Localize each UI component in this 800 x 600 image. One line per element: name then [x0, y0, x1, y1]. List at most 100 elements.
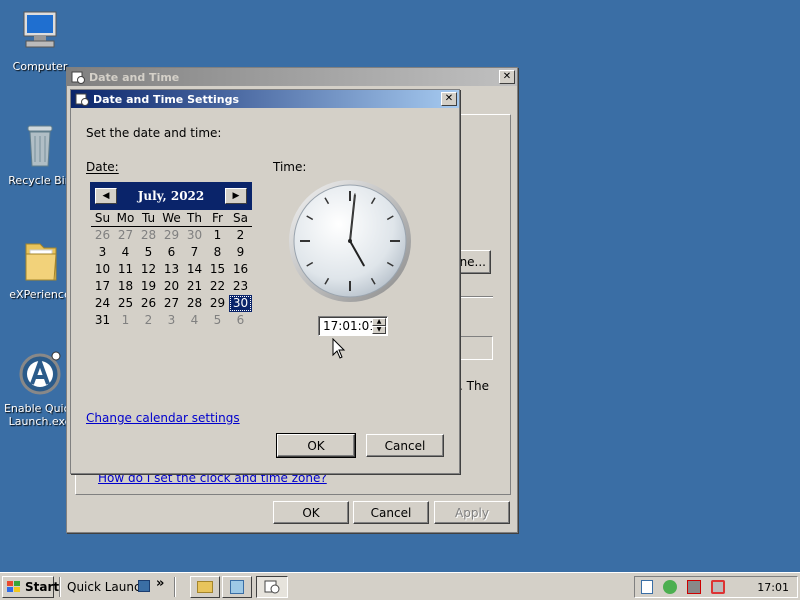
- cancel-button[interactable]: Cancel: [353, 501, 429, 524]
- calendar-day-selected[interactable]: 30: [229, 295, 252, 312]
- calendar-day[interactable]: 16: [229, 261, 252, 278]
- mouse-cursor: [332, 337, 346, 360]
- taskbar: Start Quick Launch » 17:01: [0, 572, 800, 600]
- date-and-time-titlebar[interactable]: Date and Time ✕: [67, 68, 517, 86]
- computer-icon: [18, 8, 62, 56]
- calendar-day[interactable]: 1: [206, 227, 229, 244]
- calendar-day[interactable]: 25: [114, 295, 137, 312]
- change-calendar-settings-link[interactable]: Change calendar settings: [86, 411, 240, 425]
- calendar-day[interactable]: 27: [114, 227, 137, 244]
- weekday-header-cell: Tu: [137, 210, 160, 227]
- close-button[interactable]: ✕: [441, 92, 457, 106]
- calendar-day[interactable]: 5: [137, 244, 160, 261]
- calendar-day[interactable]: 24: [91, 295, 114, 312]
- next-month-button[interactable]: ▶: [224, 188, 247, 204]
- button-label: Apply: [455, 505, 489, 520]
- ok-button[interactable]: OK: [273, 501, 349, 524]
- start-button[interactable]: Start: [2, 576, 59, 598]
- previous-month-button[interactable]: ◀: [95, 188, 117, 204]
- calendar-day[interactable]: 2: [229, 227, 252, 244]
- calendar-day[interactable]: 7: [183, 244, 206, 261]
- tray-document-icon[interactable]: [641, 580, 653, 594]
- calendar-day[interactable]: 27: [160, 295, 183, 312]
- calendar-day[interactable]: 26: [91, 227, 114, 244]
- calendar-day[interactable]: 5: [206, 312, 229, 329]
- calendar-day[interactable]: 23: [229, 278, 252, 295]
- folder-icon: [197, 581, 213, 593]
- apply-button[interactable]: Apply: [434, 501, 510, 524]
- taskbar-button-date-time[interactable]: [256, 576, 288, 598]
- dialog-title: Date and Time Settings: [93, 92, 240, 106]
- calendar-day[interactable]: 20: [160, 278, 183, 295]
- calendar-day[interactable]: 30: [183, 227, 206, 244]
- button-label: Cancel: [384, 438, 426, 453]
- calendar-day[interactable]: 26: [137, 295, 160, 312]
- clock-face: [289, 180, 411, 302]
- calendar-day[interactable]: 29: [160, 227, 183, 244]
- calendar-day[interactable]: 4: [114, 244, 137, 261]
- calendar-month-title[interactable]: July, 2022: [138, 189, 205, 203]
- calendar-day[interactable]: 28: [137, 227, 160, 244]
- time-spinner-down[interactable]: ▼: [372, 326, 386, 334]
- calendar-day[interactable]: 13: [160, 261, 183, 278]
- ok-button[interactable]: OK: [276, 433, 356, 458]
- quick-launch-label[interactable]: Quick Launch: [67, 580, 148, 594]
- calendar-day[interactable]: 21: [183, 278, 206, 295]
- taskbar-clock[interactable]: 17:01: [757, 581, 789, 594]
- button-label: Cancel: [370, 505, 412, 520]
- calendar-day[interactable]: 6: [229, 312, 252, 329]
- calendar-day[interactable]: 11: [114, 261, 137, 278]
- dialog-titlebar[interactable]: Date and Time Settings ✕: [71, 90, 459, 108]
- calendar-day[interactable]: 29: [206, 295, 229, 312]
- instruction-text: Set the date and time:: [86, 126, 222, 140]
- tray-network-icon[interactable]: [687, 580, 701, 594]
- desktop-icon-computer[interactable]: Computer: [0, 8, 80, 73]
- calendar-day[interactable]: 6: [160, 244, 183, 261]
- calendar-day[interactable]: 4: [183, 312, 206, 329]
- partial-text: . The: [459, 379, 489, 393]
- calendar-day[interactable]: 31: [91, 312, 114, 329]
- window-title: Date and Time: [89, 70, 180, 84]
- windows-logo-icon: [6, 580, 22, 594]
- show-desktop-icon[interactable]: [138, 580, 150, 592]
- calendar-day[interactable]: 18: [114, 278, 137, 295]
- button-label: OK: [307, 438, 325, 453]
- taskbar-button-control-panel[interactable]: [222, 576, 252, 598]
- calendar-header: ◀ July, 2022 ▶: [90, 182, 252, 210]
- calendar-weekday-header: Su Mo Tu We Th Fr Sa: [90, 210, 252, 227]
- time-spinner-up[interactable]: ▲: [372, 318, 386, 326]
- tray-security-icon[interactable]: [663, 580, 677, 594]
- weekday-header-cell: Th: [183, 210, 206, 227]
- time-picker[interactable]: 17:01:01 ▲ ▼: [318, 316, 388, 336]
- calendar-day[interactable]: 22: [206, 278, 229, 295]
- calendar-day[interactable]: 2: [137, 312, 160, 329]
- cancel-button[interactable]: Cancel: [366, 434, 444, 457]
- tray-volume-muted-icon[interactable]: [711, 580, 725, 594]
- folder-icon: [18, 236, 62, 284]
- month-calendar[interactable]: ◀ July, 2022 ▶ Su Mo Tu We Th Fr Sa 26 27 28 29 30…: [90, 182, 252, 332]
- autoit-icon: [18, 350, 62, 398]
- calendar-day[interactable]: 1: [114, 312, 137, 329]
- weekday-header-cell: Fr: [206, 210, 229, 227]
- recycle-bin-icon: [18, 122, 62, 170]
- button-label: ne...: [459, 255, 486, 269]
- calendar-day[interactable]: 19: [137, 278, 160, 295]
- calendar-day[interactable]: 3: [160, 312, 183, 329]
- calendar-day[interactable]: 17: [91, 278, 114, 295]
- quick-launch-chevron[interactable]: »: [156, 576, 164, 591]
- close-button[interactable]: ✕: [499, 70, 515, 84]
- calendar-day[interactable]: 28: [183, 295, 206, 312]
- taskbar-button-explorer[interactable]: [190, 576, 220, 598]
- calendar-day[interactable]: 3: [91, 244, 114, 261]
- calendar-day[interactable]: 14: [183, 261, 206, 278]
- taskbar-separator: [174, 577, 176, 597]
- calendar-day[interactable]: 15: [206, 261, 229, 278]
- weekday-header-cell: Su: [91, 210, 114, 227]
- time-input[interactable]: 17:01:01: [323, 319, 377, 333]
- analog-clock: [288, 179, 412, 303]
- calendar-day[interactable]: 12: [137, 261, 160, 278]
- calendar-days-grid: 26 27 28 29 30 1 2 3 4 5 6 7 8 9 10 11 12 13 14 15 16 17 18 19 2…: [90, 227, 252, 329]
- calendar-day[interactable]: 9: [229, 244, 252, 261]
- calendar-day[interactable]: 10: [91, 261, 114, 278]
- calendar-day[interactable]: 8: [206, 244, 229, 261]
